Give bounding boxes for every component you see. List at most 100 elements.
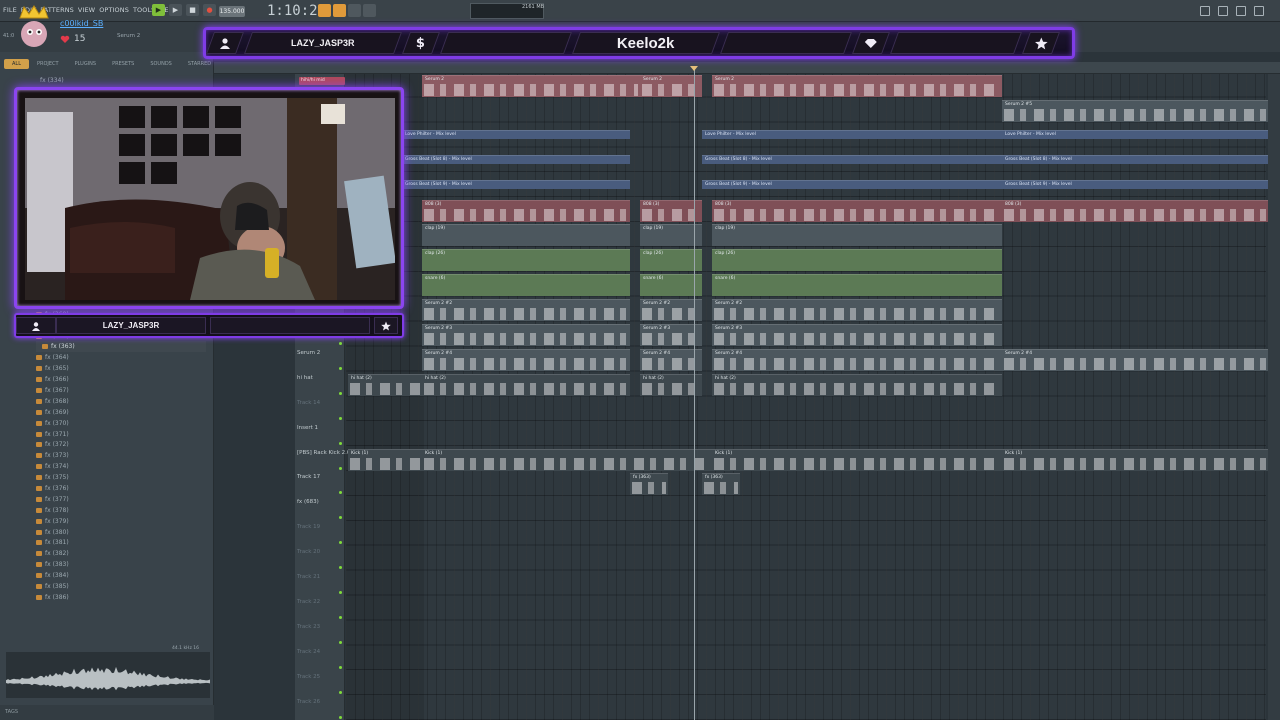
track-mute-led[interactable] — [339, 466, 342, 470]
playlist-grid[interactable] — [346, 74, 1266, 720]
playlist-clip[interactable]: clap (19) — [640, 224, 702, 247]
track-name[interactable]: Track 17 — [297, 474, 320, 480]
playlist-clip[interactable]: Serum 2 #3 — [640, 324, 702, 346]
track-mute-led[interactable] — [339, 566, 342, 570]
stop-button[interactable]: ■ — [186, 4, 199, 16]
track-name[interactable]: fx (683) — [297, 499, 319, 505]
playlist-clip[interactable]: clap (19) — [422, 224, 630, 247]
timeline-ruler[interactable] — [214, 62, 1280, 74]
playlist-clip[interactable]: hi hat (2) — [422, 373, 630, 396]
track-mute-led[interactable] — [339, 665, 342, 669]
metronome-icon[interactable] — [318, 4, 331, 17]
playlist-clip[interactable]: Kick (1) — [348, 448, 422, 471]
track-mute-led[interactable] — [339, 690, 342, 694]
playlist-clip[interactable]: Serum 2 #3 — [422, 324, 630, 346]
track-mute-led[interactable] — [339, 615, 342, 619]
playlist-clip[interactable]: Gross Beat (Slot 9) - Mix level — [402, 179, 630, 189]
playlist-clip[interactable]: Serum 2 #2 — [712, 299, 1002, 322]
playlist-clip[interactable]: Serum 2 #5 — [1002, 99, 1268, 122]
tab-all[interactable]: ALL — [4, 59, 29, 69]
playlist-clip[interactable]: Gross Beat (Slot 9) - Mix level — [1002, 179, 1268, 189]
playlist-clip[interactable]: Gross Beat (Slot 8) - Mix level — [702, 154, 1002, 164]
playlist-clip[interactable]: Gross Beat (Slot 8) - Mix level — [402, 154, 630, 164]
tab-project[interactable]: PROJECT — [29, 59, 67, 69]
playhead[interactable] — [694, 68, 695, 720]
track-mute-led[interactable] — [339, 342, 342, 345]
browser-item[interactable]: fx (364) — [36, 352, 206, 363]
track-name[interactable]: Track 25 — [297, 674, 320, 680]
playlist-clip[interactable]: Gross Beat (Slot 8) - Mix level — [1002, 154, 1268, 164]
browser-item[interactable]: fx (384) — [36, 570, 206, 581]
playhead-marker[interactable] — [690, 66, 698, 71]
playlist-clip[interactable]: hi hat (2) — [712, 373, 1002, 396]
track-mute-led[interactable] — [339, 491, 342, 495]
playlist-clip[interactable]: clap (26) — [422, 249, 630, 272]
playlist-clip[interactable]: hi hat (2) — [640, 373, 702, 396]
playlist-clip[interactable]: Kick (1) — [1002, 448, 1268, 471]
track-mute-led[interactable] — [339, 416, 342, 420]
tab-presets[interactable]: PRESETS — [104, 59, 142, 69]
track-name[interactable]: Track 19 — [297, 524, 320, 530]
playlist-clip[interactable]: Serum 2 #4 — [1002, 348, 1268, 371]
tab-plugins[interactable]: PLUGINS — [67, 59, 104, 69]
track-mute-led[interactable] — [339, 441, 342, 445]
channel-rack-icon[interactable] — [1254, 6, 1264, 16]
browser-item[interactable]: fx (380) — [36, 527, 206, 538]
track-mute-led[interactable] — [339, 516, 342, 520]
playlist-clip[interactable]: Love Philter - Mix level — [402, 129, 630, 139]
browser-item[interactable]: fx (370) — [36, 418, 206, 429]
sample-preview[interactable] — [6, 652, 210, 698]
browser-item[interactable]: fx (385) — [36, 581, 206, 592]
browser-item[interactable]: fx (374) — [36, 461, 206, 472]
playlist-clip[interactable]: Kick (1) — [422, 448, 712, 471]
playlist-clip[interactable]: snare (6) — [422, 274, 630, 297]
pat-song-toggle-button[interactable]: ▶ — [152, 4, 165, 16]
playlist-clip[interactable]: Serum 2 #2 — [640, 299, 702, 322]
playlist-clip[interactable]: Serum 2 — [640, 75, 702, 97]
record-button[interactable]: ● — [203, 4, 216, 16]
track-mute-led[interactable] — [339, 366, 342, 370]
loop-record-icon[interactable] — [363, 4, 376, 17]
playlist-clip[interactable]: Serum 2 — [422, 75, 640, 97]
menu-file[interactable]: FILE — [3, 6, 17, 14]
playlist-clip[interactable]: Serum 2 — [712, 75, 1002, 97]
browser-item[interactable]: fx (377) — [36, 494, 206, 505]
track-mute-led[interactable] — [339, 391, 342, 395]
playlist-clip[interactable]: clap (19) — [712, 224, 1002, 247]
browser-icon[interactable] — [1236, 6, 1246, 16]
playlist-clip[interactable]: Love Philter - Mix level — [1002, 129, 1268, 139]
track-name[interactable]: Track 23 — [297, 624, 320, 630]
browser-item[interactable]: fx (386) — [36, 592, 206, 603]
browser-item[interactable]: fx (365) — [36, 363, 206, 374]
track-mute-led[interactable] — [339, 541, 342, 545]
browser-item[interactable]: fx (366) — [36, 374, 206, 385]
playlist-clip[interactable]: 808 (3) — [640, 199, 702, 222]
playlist-icon[interactable] — [1200, 6, 1210, 16]
vertical-scrollbar[interactable] — [1268, 74, 1280, 720]
browser-item[interactable]: fx (368) — [36, 396, 206, 407]
playlist-clip[interactable]: Kick (1) — [712, 448, 1002, 471]
browser-item[interactable]: fx (375) — [36, 472, 206, 483]
browser-item[interactable]: fx (367) — [36, 385, 206, 396]
menu-view[interactable]: VIEW — [78, 6, 95, 14]
track-mute-led[interactable] — [339, 591, 342, 594]
track-name[interactable]: Track 14 — [297, 400, 320, 406]
browser-item[interactable]: fx (383) — [36, 559, 206, 570]
track-name[interactable]: hi hat — [297, 375, 313, 381]
mixer-icon[interactable] — [1218, 6, 1228, 16]
browser-item[interactable]: fx (378) — [36, 505, 206, 516]
tags-label[interactable]: TAGS — [5, 709, 18, 715]
play-button[interactable]: ▶ — [169, 4, 182, 16]
browser-item[interactable]: fx (371) — [36, 429, 206, 440]
playlist-clip[interactable]: 808 (3) — [712, 199, 1002, 222]
tab-sounds[interactable]: SOUNDS — [142, 59, 180, 69]
browser-item[interactable]: fx (373) — [36, 450, 206, 461]
track-name[interactable]: Track 24 — [297, 649, 320, 655]
countdown-icon[interactable] — [348, 4, 361, 17]
track-name[interactable]: [PBS] Rack Kick 2.0 — [297, 450, 350, 456]
playlist-clip[interactable]: 808 (3) — [422, 199, 630, 222]
browser-item[interactable]: fx (363) — [36, 341, 206, 352]
browser-item[interactable]: fx (334) — [40, 77, 64, 84]
browser-item[interactable]: fx (369) — [36, 407, 206, 418]
track-name[interactable]: Track 21 — [297, 574, 320, 580]
